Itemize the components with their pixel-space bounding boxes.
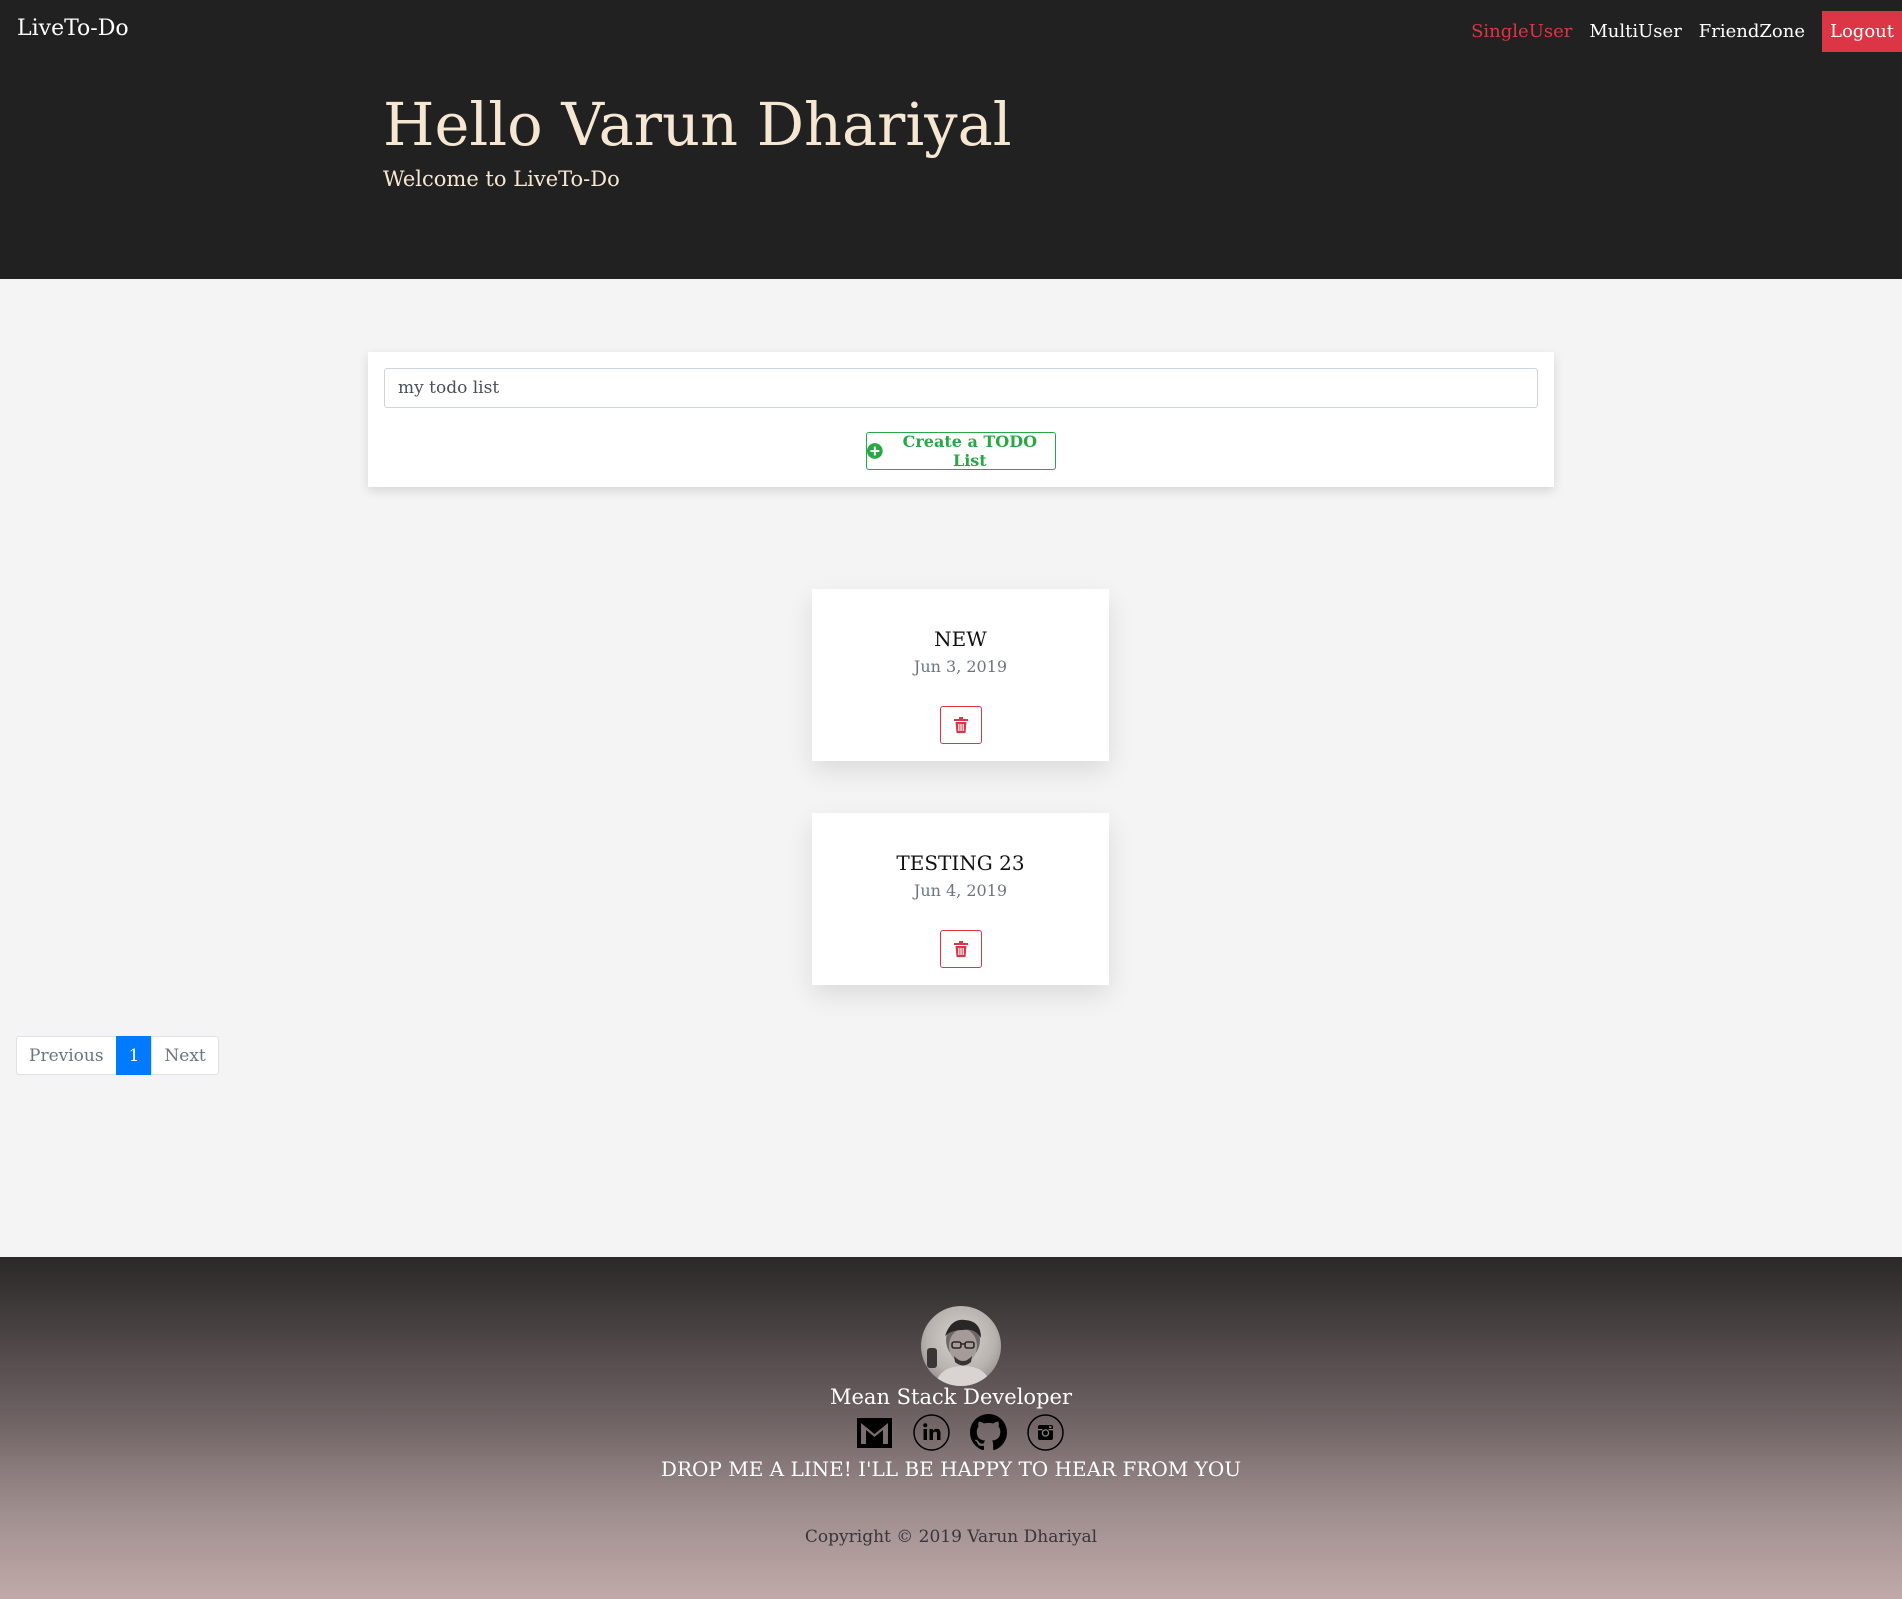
footer-cta: DROP ME A LINE! I'LL BE HAPPY TO HEAR FR… (660, 1457, 1242, 1481)
create-list-card: Create a TODO List (368, 352, 1554, 487)
trash-icon (954, 717, 968, 733)
header: LiveTo-Do SingleUser MultiUser FriendZon… (0, 0, 1902, 279)
avatar (921, 1306, 1001, 1386)
page-title: Hello Varun Dhariyal (383, 90, 1012, 159)
footer: Mean Stack Developer DROP ME A LINE! I'L… (0, 1257, 1902, 1599)
brand-logo[interactable]: LiveTo-Do (17, 16, 129, 41)
todo-list-title[interactable]: TESTING 23 (812, 851, 1109, 875)
create-list-label: Create a TODO List (902, 432, 1038, 470)
todo-list-date: Jun 4, 2019 (913, 881, 1008, 900)
delete-list-button[interactable] (940, 930, 982, 968)
linkedin-icon[interactable] (913, 1414, 950, 1451)
pagination-next[interactable]: Next (151, 1036, 219, 1075)
list-name-input[interactable] (384, 368, 1538, 408)
todo-list-title[interactable]: NEW (812, 627, 1109, 651)
gmail-icon[interactable] (856, 1414, 893, 1451)
create-list-button[interactable]: Create a TODO List (866, 432, 1056, 470)
nav-singleuser[interactable]: SingleUser (1471, 21, 1572, 42)
github-icon[interactable] (970, 1414, 1007, 1451)
plus-circle-icon (867, 443, 883, 459)
instagram-icon[interactable] (1027, 1414, 1064, 1451)
nav-bar: SingleUser MultiUser FriendZone Logout (1471, 11, 1902, 52)
pagination: Previous 1 Next (16, 1036, 219, 1075)
nav-friendzone[interactable]: FriendZone (1699, 21, 1805, 42)
copyright: Copyright © 2019 Varun Dhariyal (804, 1527, 1098, 1547)
social-links (856, 1414, 1064, 1451)
todo-list-card[interactable]: TESTING 23 Jun 4, 2019 (812, 813, 1109, 985)
pagination-previous[interactable]: Previous (16, 1036, 117, 1075)
footer-role: Mean Stack Developer (830, 1385, 1072, 1409)
delete-list-button[interactable] (940, 706, 982, 744)
todo-list-date: Jun 3, 2019 (913, 657, 1008, 676)
page-subtitle: Welcome to LiveTo-Do (383, 167, 620, 191)
nav-multiuser[interactable]: MultiUser (1589, 21, 1681, 42)
logout-button[interactable]: Logout (1822, 11, 1902, 52)
pagination-page-1[interactable]: 1 (115, 1036, 153, 1075)
todo-list-card[interactable]: NEW Jun 3, 2019 (812, 589, 1109, 761)
trash-icon (954, 941, 968, 957)
avatar-portrait (927, 1319, 991, 1386)
